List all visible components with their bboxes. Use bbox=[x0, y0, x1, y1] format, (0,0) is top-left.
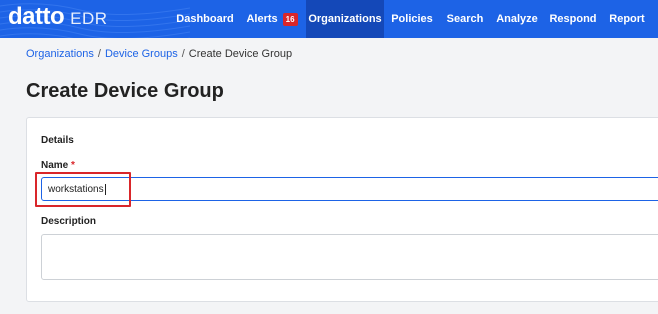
breadcrumb-device-groups[interactable]: Device Groups bbox=[105, 48, 178, 60]
nav-label: Policies bbox=[391, 13, 433, 25]
nav-dashboard[interactable]: Dashboard bbox=[172, 0, 238, 38]
nav-search[interactable]: Search bbox=[440, 0, 490, 38]
top-navigation-bar: datto EDR Dashboard Alerts 16 Organizati… bbox=[0, 0, 658, 38]
details-card: Details Name * workstations Description bbox=[26, 117, 658, 302]
nav-label: Respond bbox=[549, 13, 597, 25]
nav-respond[interactable]: Respond bbox=[544, 0, 602, 38]
nav-label: Search bbox=[446, 13, 484, 25]
breadcrumb-organizations[interactable]: Organizations bbox=[26, 48, 94, 60]
breadcrumb-current: Create Device Group bbox=[188, 48, 293, 60]
nav-label: Analyze bbox=[496, 13, 538, 25]
breadcrumb-separator: / bbox=[181, 48, 185, 60]
name-label-text: Name bbox=[41, 160, 69, 171]
nav-report[interactable]: Report bbox=[602, 0, 652, 38]
nav-label: Dashboard bbox=[176, 13, 234, 25]
nav-label: Alerts bbox=[246, 13, 278, 25]
name-input[interactable]: workstations bbox=[41, 177, 658, 201]
nav-analyze[interactable]: Analyze bbox=[490, 0, 544, 38]
alerts-count-badge: 16 bbox=[282, 12, 298, 26]
nav-alerts[interactable]: Alerts 16 bbox=[238, 0, 306, 38]
nav-organizations[interactable]: Organizations bbox=[306, 0, 384, 38]
nav-label: Organizations bbox=[308, 13, 382, 25]
annotation-highlight-box bbox=[35, 172, 131, 207]
breadcrumb: Organizations / Device Groups / Create Devic… bbox=[26, 48, 292, 60]
breadcrumb-separator: / bbox=[97, 48, 101, 60]
product-name: EDR bbox=[70, 9, 108, 28]
required-mark: * bbox=[71, 160, 75, 171]
nav-policies[interactable]: Policies bbox=[384, 0, 440, 38]
nav-label: Report bbox=[609, 13, 645, 25]
datto-logo: datto bbox=[8, 3, 65, 30]
description-field-label: Description bbox=[41, 216, 97, 227]
page-title: Create Device Group bbox=[26, 80, 224, 102]
description-textarea[interactable] bbox=[41, 234, 658, 280]
name-field-label: Name * bbox=[41, 160, 75, 171]
details-section-title: Details bbox=[41, 135, 74, 146]
brand[interactable]: datto EDR bbox=[8, 3, 108, 33]
